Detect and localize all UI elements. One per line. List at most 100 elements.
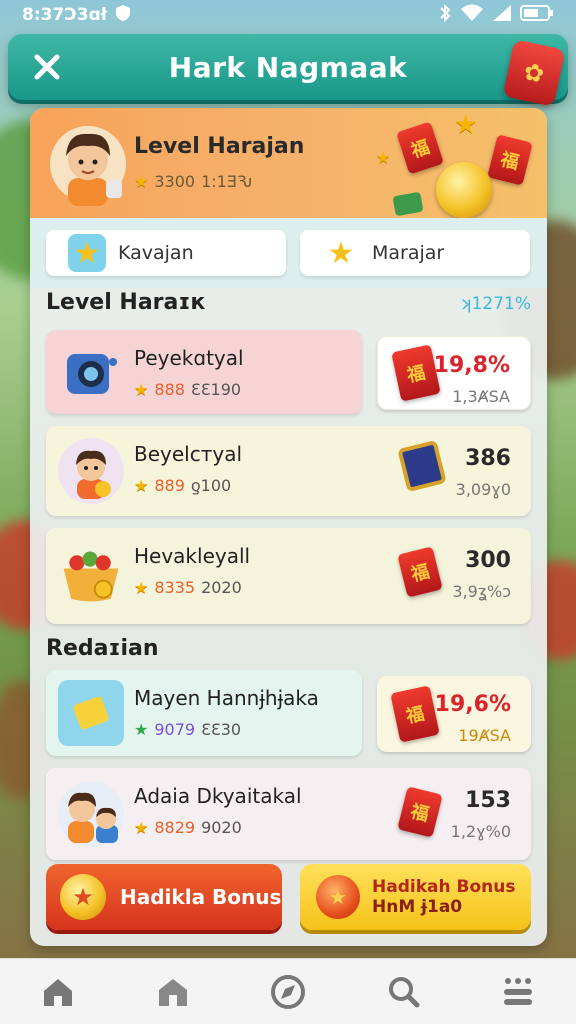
main-panel: Level Harajan ★ 3300 1:1ƎԄ 福 福 ★ ★ ★ Kav… — [30, 108, 547, 946]
tab-kavajan[interactable]: ★ Kavajan — [46, 230, 286, 276]
bottom-nav — [0, 958, 576, 1024]
item-stats: ★ 889 ƍ100 — [134, 476, 231, 495]
section-title: Level Haraɪк — [46, 290, 206, 315]
item-stat-b: ƍ100 — [190, 476, 232, 495]
red-envelope-icon: 福 — [390, 685, 440, 743]
profile-banner: Level Harajan ★ 3300 1:1ƎԄ 福 福 ★ ★ — [30, 108, 547, 218]
wifi-icon — [460, 4, 484, 27]
coin-bag-icon: ★ — [316, 875, 360, 919]
avatar — [58, 438, 124, 504]
fruit-basket-icon — [58, 543, 124, 609]
star-icon: ★ — [134, 720, 149, 739]
avatar — [58, 781, 124, 847]
item-stats: ★ 8829 9020 — [134, 818, 242, 837]
list-item[interactable]: Mayen Hannɉhɉaka ★ 9079 ƐƐ30 — [46, 670, 362, 756]
reward-value: 153 — [465, 788, 511, 813]
item-name: Hevakleyall — [134, 544, 251, 568]
list-item[interactable]: Peyekɑtyal ★ 888 ƐƐ190 — [46, 330, 362, 414]
star-icon: ★ — [134, 380, 149, 399]
item-name: Adaia Dkyaitakal — [134, 784, 302, 808]
reward-card[interactable]: 福 19,8% 1,3ȺSA — [377, 336, 531, 410]
reward-card[interactable]: 福 19,6% 19ȺSA — [377, 676, 531, 752]
star-icon: ★ — [134, 818, 149, 837]
button-label: Hadikah Bonus — [372, 877, 516, 897]
item-stat-b: 2020 — [201, 578, 242, 597]
profile-stats: ★ 3300 1:1ƎԄ — [134, 172, 253, 191]
list-item[interactable]: Adaia Dkyaitakal ★ 8829 9020 福 153 1,2ɣ%… — [46, 768, 531, 860]
item-stat-a: 8829 — [154, 818, 196, 837]
compass-icon — [270, 974, 305, 1009]
red-envelope-icon: 福 — [397, 786, 443, 838]
list-item[interactable]: Hevakleyall ★ 8335 2020 福 300 3,9ʓ%ɔ — [46, 528, 531, 624]
red-envelope-icon: 福 — [397, 546, 443, 598]
star-icon: ★ — [134, 578, 149, 597]
item-stats: ★ 8335 2020 — [134, 578, 242, 597]
reward-value: 300 — [465, 548, 511, 573]
nav-search[interactable] — [373, 967, 433, 1017]
star-icon: ★ — [327, 235, 355, 271]
item-stat-a: 9079 — [154, 720, 196, 739]
tab-label: Kavajan — [118, 242, 194, 264]
close-icon — [34, 54, 60, 80]
bonus-button-red[interactable]: ★ Hadikla Bonus — [46, 864, 282, 930]
item-name: Mayen Hannɉhɉaka — [134, 686, 319, 710]
reward-sub: 19ȺSA — [458, 726, 511, 745]
bonus-button-yellow[interactable]: ★ Hadikah Bonus HnM ɉ1a0 — [300, 864, 531, 930]
treasure-chest-icon — [397, 439, 447, 493]
reward-value: 19,8% — [433, 353, 510, 378]
item-stats: ★ 888 ƐƐ190 — [134, 380, 241, 399]
reward-sub: 1,3ȺSA — [452, 387, 510, 406]
nav-compass[interactable] — [258, 967, 318, 1017]
close-button[interactable] — [28, 48, 66, 86]
star-icon: ★ — [454, 110, 478, 140]
status-bar: 8:37Ɔ3ɑł — [0, 0, 576, 30]
green-gem-icon — [392, 191, 424, 217]
bluetooth-icon — [438, 3, 452, 28]
page-title: Hark Nagmaak — [168, 50, 408, 84]
grid-menu-icon — [504, 977, 533, 1005]
red-envelope-icon: 福 — [396, 121, 444, 175]
house-icon — [158, 978, 187, 1006]
item-stats: ★ 9079 ƐƐ30 — [134, 720, 241, 739]
button-label: Hadikla Bonus — [120, 885, 282, 909]
profile-stat-a: 3300 — [154, 172, 196, 191]
coin-star-icon: ★ — [60, 874, 106, 920]
star-icon: ★ — [376, 148, 391, 167]
gold-bar-icon — [58, 680, 124, 746]
shield-icon — [115, 4, 131, 27]
battery-icon — [520, 4, 554, 27]
nav-store[interactable] — [143, 967, 203, 1017]
nav-home[interactable] — [28, 967, 88, 1017]
tab-label: Marajar — [372, 242, 445, 264]
tab-marajar[interactable]: ★ Marajar — [300, 230, 530, 276]
item-name: Peyekɑtyal — [134, 346, 244, 370]
item-stat-a: 889 — [154, 476, 185, 495]
list-item[interactable]: Beyelстуal ★ 889 ƍ100 386 3,09ɣ0 — [46, 426, 531, 516]
reward-sub: 3,9ʓ%ɔ — [452, 582, 511, 601]
star-icon: ★ — [134, 172, 149, 191]
reward-sub: 1,2ɣ%0 — [450, 822, 511, 841]
header-bar: Hark Nagmaak ✿ — [8, 34, 568, 107]
nav-menu[interactable] — [488, 967, 548, 1017]
coin-icon — [436, 162, 492, 218]
camera-icon — [58, 339, 124, 405]
star-icon: ★ — [134, 476, 149, 495]
item-stat-a: 888 — [154, 380, 185, 399]
search-icon — [389, 976, 420, 1007]
item-stat-b: ƐƐ30 — [201, 720, 242, 739]
reward-sub: 3,09ɣ0 — [455, 480, 511, 499]
gift-bag-icon[interactable]: ✿ — [502, 39, 566, 107]
profile-stat-b: 1:1ƎԄ — [201, 172, 253, 191]
item-stat-b: 9020 — [201, 818, 242, 837]
clock: 8:37Ɔ3ɑł — [22, 5, 108, 25]
signal-icon — [492, 4, 512, 27]
button-sublabel: HnM ɉ1a0 — [372, 897, 463, 917]
profile-name: Level Harajan — [134, 134, 305, 159]
item-name: Beyelстуal — [134, 442, 243, 466]
item-stat-b: ƐƐ190 — [190, 380, 242, 399]
home-icon — [43, 978, 72, 1006]
tab-bar: ★ Kavajan ★ Marajar — [30, 218, 547, 288]
button-label-group: Hadikah Bonus HnM ɉ1a0 — [372, 877, 515, 917]
item-stat-a: 8335 — [154, 578, 196, 597]
reward-value: 386 — [465, 446, 511, 471]
